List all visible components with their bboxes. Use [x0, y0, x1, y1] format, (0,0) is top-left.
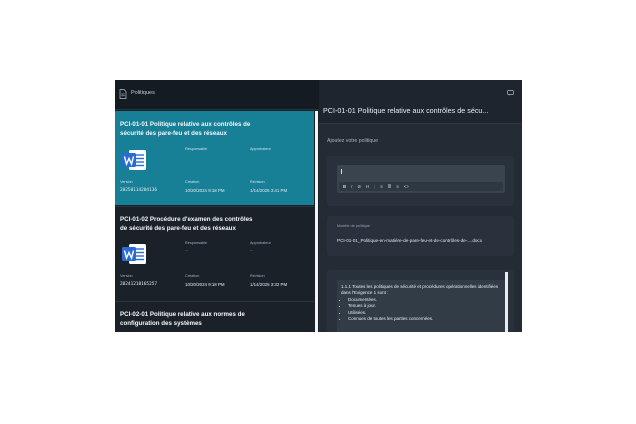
approbateur-label: Approbateur — [250, 241, 271, 245]
creation-value: 10/20/2024 9:18 PM — [185, 282, 225, 287]
detail-title: PCI-01-01 Politique relative aux contrôl… — [323, 106, 489, 115]
policy-editor[interactable]: B I ⊘ H | ≡ ≣ ≡ <> — [337, 165, 505, 193]
content-intro: 1.1.1 Toutes les politiques de sécurité … — [341, 284, 499, 295]
text-caret — [341, 169, 342, 174]
policy-list[interactable]: PCI-01-01 Politique relative aux contrôl… — [115, 111, 314, 332]
policy-content-box: 1.1.1 Toutes les politiques de sécurité … — [327, 270, 514, 332]
document-icon — [119, 89, 127, 99]
link-button[interactable]: ⊘ — [357, 182, 361, 191]
content-list: Documentées. Tenues à jour. Utilisées. C… — [341, 297, 501, 322]
add-policy-label: Ajoutez votre politique — [327, 138, 379, 144]
responsable-label: Responsable — [185, 147, 208, 151]
template-label: Modèle de politique — [337, 224, 370, 228]
version-value: 20250114204136 — [120, 188, 158, 193]
word-document-icon — [122, 244, 146, 264]
policy-card-active[interactable]: PCI-01-01 Politique relative aux contrôl… — [115, 111, 314, 205]
comment-icon[interactable] — [507, 90, 514, 96]
creation-value: 10/20/2024 9:18 PM — [185, 188, 225, 193]
numbered-list-button[interactable]: ≣ — [388, 182, 392, 191]
version-value: 20241218165257 — [120, 282, 158, 287]
policy-detail-panel: PCI-01-01 Politique relative aux contrôl… — [319, 80, 522, 332]
revision-label: Révision — [250, 274, 265, 278]
version-label: Version — [120, 180, 133, 184]
sidebar-scrollbar[interactable] — [315, 111, 318, 332]
bold-button[interactable]: B — [343, 182, 346, 191]
revision-label: Révision — [250, 180, 265, 184]
app-window: Politiques PCI-01-01 Politique relative … — [115, 80, 522, 332]
editor-toolbar: B I ⊘ H | ≡ ≣ ≡ <> — [339, 182, 503, 191]
content-scrollbar[interactable] — [505, 272, 508, 332]
policy-card-title: PCI-01-01 Politique relative aux contrôl… — [120, 121, 251, 137]
policy-card-title: PCI-01-02 Procédure d'examen des contrôl… — [120, 216, 253, 232]
heading-button[interactable]: H — [366, 182, 369, 191]
policy-card[interactable]: PCI-02-01 Politique relative aux normes … — [115, 301, 314, 332]
code-button[interactable]: <> — [404, 182, 409, 191]
sidebar-title: Politiques — [131, 90, 155, 96]
policy-template-box: Modèle de politique PCI-01-01_Politique-… — [327, 216, 514, 256]
responsable-value: -- — [185, 248, 188, 253]
italic-button[interactable]: I — [351, 182, 352, 191]
policy-content[interactable]: 1.1.1 Toutes les politiques de sécurité … — [337, 280, 505, 332]
editor-container: B I ⊘ H | ≡ ≣ ≡ <> — [327, 156, 514, 206]
quote-button[interactable]: ≡ — [396, 182, 399, 191]
creation-label: Création — [185, 180, 200, 184]
policy-sidebar: Politiques PCI-01-01 Politique relative … — [115, 80, 319, 332]
toolbar-divider: | — [374, 184, 376, 189]
word-document-icon — [122, 150, 146, 170]
creation-label: Création — [185, 274, 200, 278]
policy-card[interactable]: PCI-01-02 Procédure d'examen des contrôl… — [115, 206, 314, 300]
list-item: Connues de toutes les parties concernées… — [348, 316, 501, 322]
sidebar-header: Politiques — [115, 80, 319, 110]
approbateur-label: Approbateur — [250, 147, 271, 151]
bullet-list-button[interactable]: ≡ — [380, 182, 383, 191]
policy-card-title: PCI-02-01 Politique relative aux normes … — [120, 311, 245, 327]
detail-header: PCI-01-01 Politique relative aux contrôl… — [319, 80, 522, 124]
approbateur-value: -- — [250, 248, 253, 253]
revision-value: 1/14/2025 3:41 PM — [250, 188, 288, 193]
template-file-link[interactable]: PCI-01-01_Politique-en-matière-de-pare-f… — [337, 238, 509, 243]
revision-value: 1/14/2025 3:32 PM — [250, 282, 288, 287]
responsable-label: Responsable — [185, 241, 208, 245]
version-label: Version — [120, 274, 133, 278]
